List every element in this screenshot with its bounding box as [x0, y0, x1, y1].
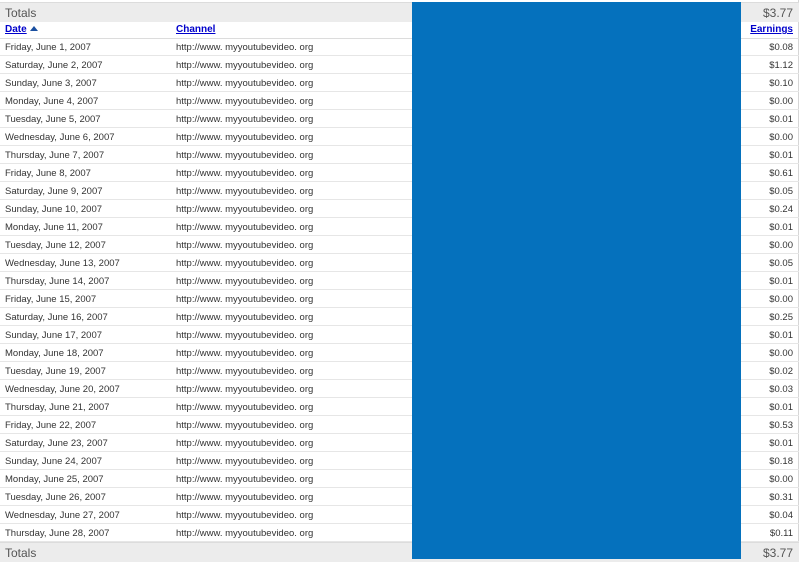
- date-cell: Thursday, June 7, 2007: [5, 150, 105, 161]
- earnings-report-table: Totals $3.77 Date Channel Earnings Frida…: [0, 0, 799, 562]
- channel-cell: http://www. myyoutubevideo. org: [176, 96, 314, 107]
- date-cell: Friday, June 1, 2007: [5, 42, 91, 53]
- earnings-cell: $0.02: [769, 366, 793, 377]
- channel-cell: http://www. myyoutubevideo. org: [176, 312, 314, 323]
- channel-cell: http://www. myyoutubevideo. org: [176, 402, 314, 413]
- earnings-cell: $0.05: [769, 186, 793, 197]
- earnings-cell: $1.12: [769, 60, 793, 71]
- sort-ascending-icon: [29, 26, 38, 31]
- date-cell: Monday, June 4, 2007: [5, 96, 99, 107]
- date-cell: Saturday, June 2, 2007: [5, 60, 103, 71]
- earnings-cell: $0.03: [769, 384, 793, 395]
- earnings-cell: $0.01: [769, 114, 793, 125]
- channel-column-header[interactable]: Channel: [176, 24, 215, 35]
- date-cell: Tuesday, June 5, 2007: [5, 114, 101, 125]
- channel-cell: http://www. myyoutubevideo. org: [176, 240, 314, 251]
- date-cell: Tuesday, June 12, 2007: [5, 240, 106, 251]
- channel-cell: http://www. myyoutubevideo. org: [176, 60, 314, 71]
- channel-cell: http://www. myyoutubevideo. org: [176, 438, 314, 449]
- date-cell: Sunday, June 17, 2007: [5, 330, 103, 341]
- channel-cell: http://www. myyoutubevideo. org: [176, 294, 314, 305]
- date-cell: Saturday, June 9, 2007: [5, 186, 103, 197]
- channel-cell: http://www. myyoutubevideo. org: [176, 276, 314, 287]
- channel-cell: http://www. myyoutubevideo. org: [176, 474, 314, 485]
- date-cell: Wednesday, June 20, 2007: [5, 384, 120, 395]
- earnings-cell: $0.01: [769, 150, 793, 161]
- earnings-cell: $0.01: [769, 330, 793, 341]
- date-cell: Thursday, June 28, 2007: [5, 528, 110, 539]
- date-cell: Thursday, June 21, 2007: [5, 402, 110, 413]
- totals-value: $3.77: [762, 6, 793, 20]
- date-cell: Saturday, June 23, 2007: [5, 438, 108, 449]
- earnings-cell: $0.24: [769, 204, 793, 215]
- totals-label: Totals: [5, 546, 37, 560]
- date-cell: Tuesday, June 26, 2007: [5, 492, 106, 503]
- channel-cell: http://www. myyoutubevideo. org: [176, 168, 314, 179]
- date-cell: Monday, June 11, 2007: [5, 222, 103, 233]
- channel-cell: http://www. myyoutubevideo. org: [176, 330, 314, 341]
- earnings-cell: $0.53: [769, 420, 793, 431]
- date-cell: Wednesday, June 13, 2007: [5, 258, 120, 269]
- earnings-cell: $0.61: [769, 168, 793, 179]
- earnings-cell: $0.01: [769, 438, 793, 449]
- date-cell: Saturday, June 16, 2007: [5, 312, 108, 323]
- date-cell: Friday, June 22, 2007: [5, 420, 97, 431]
- channel-cell: http://www. myyoutubevideo. org: [176, 132, 314, 143]
- earnings-cell: $0.18: [769, 456, 793, 467]
- earnings-cell: $0.25: [769, 312, 793, 323]
- totals-label: Totals: [5, 6, 37, 20]
- channel-cell: http://www. myyoutubevideo. org: [176, 492, 314, 503]
- channel-cell: http://www. myyoutubevideo. org: [176, 348, 314, 359]
- date-cell: Thursday, June 14, 2007: [5, 276, 110, 287]
- earnings-cell: $0.10: [769, 78, 793, 89]
- date-cell: Friday, June 15, 2007: [5, 294, 97, 305]
- channel-cell: http://www. myyoutubevideo. org: [176, 150, 314, 161]
- channel-cell: http://www. myyoutubevideo. org: [176, 366, 314, 377]
- date-cell: Wednesday, June 27, 2007: [5, 510, 120, 521]
- earnings-cell: $0.05: [769, 258, 793, 269]
- channel-cell: http://www. myyoutubevideo. org: [176, 186, 314, 197]
- date-cell: Sunday, June 3, 2007: [5, 78, 97, 89]
- totals-value: $3.77: [762, 546, 793, 560]
- earnings-cell: $0.00: [769, 348, 793, 359]
- date-cell: Monday, June 25, 2007: [5, 474, 104, 485]
- redaction-block: [412, 2, 741, 559]
- channel-cell: http://www. myyoutubevideo. org: [176, 456, 314, 467]
- channel-cell: http://www. myyoutubevideo. org: [176, 384, 314, 395]
- earnings-cell: $0.04: [769, 510, 793, 521]
- channel-cell: http://www. myyoutubevideo. org: [176, 222, 314, 233]
- earnings-cell: $0.00: [769, 132, 793, 143]
- channel-cell: http://www. myyoutubevideo. org: [176, 204, 314, 215]
- earnings-cell: $0.00: [769, 474, 793, 485]
- channel-cell: http://www. myyoutubevideo. org: [176, 78, 314, 89]
- date-cell: Monday, June 18, 2007: [5, 348, 104, 359]
- date-cell: Sunday, June 24, 2007: [5, 456, 103, 467]
- earnings-cell: $0.01: [769, 222, 793, 233]
- date-cell: Friday, June 8, 2007: [5, 168, 91, 179]
- date-cell: Sunday, June 10, 2007: [5, 204, 103, 215]
- earnings-cell: $0.11: [769, 528, 793, 539]
- earnings-cell: $0.01: [769, 402, 793, 413]
- channel-cell: http://www. myyoutubevideo. org: [176, 114, 314, 125]
- date-cell: Wednesday, June 6, 2007: [5, 132, 115, 143]
- earnings-cell: $0.08: [769, 42, 793, 53]
- channel-cell: http://www. myyoutubevideo. org: [176, 258, 314, 269]
- channel-cell: http://www. myyoutubevideo. org: [176, 510, 314, 521]
- earnings-column-header[interactable]: Earnings: [750, 24, 793, 35]
- earnings-cell: $0.00: [769, 294, 793, 305]
- earnings-cell: $0.31: [769, 492, 793, 503]
- date-header-label: Date: [5, 24, 27, 35]
- channel-cell: http://www. myyoutubevideo. org: [176, 42, 314, 53]
- earnings-cell: $0.00: [769, 96, 793, 107]
- channel-cell: http://www. myyoutubevideo. org: [176, 528, 314, 539]
- channel-cell: http://www. myyoutubevideo. org: [176, 420, 314, 431]
- earnings-cell: $0.01: [769, 276, 793, 287]
- date-column-header[interactable]: Date: [5, 24, 38, 35]
- earnings-cell: $0.00: [769, 240, 793, 251]
- date-cell: Tuesday, June 19, 2007: [5, 366, 106, 377]
